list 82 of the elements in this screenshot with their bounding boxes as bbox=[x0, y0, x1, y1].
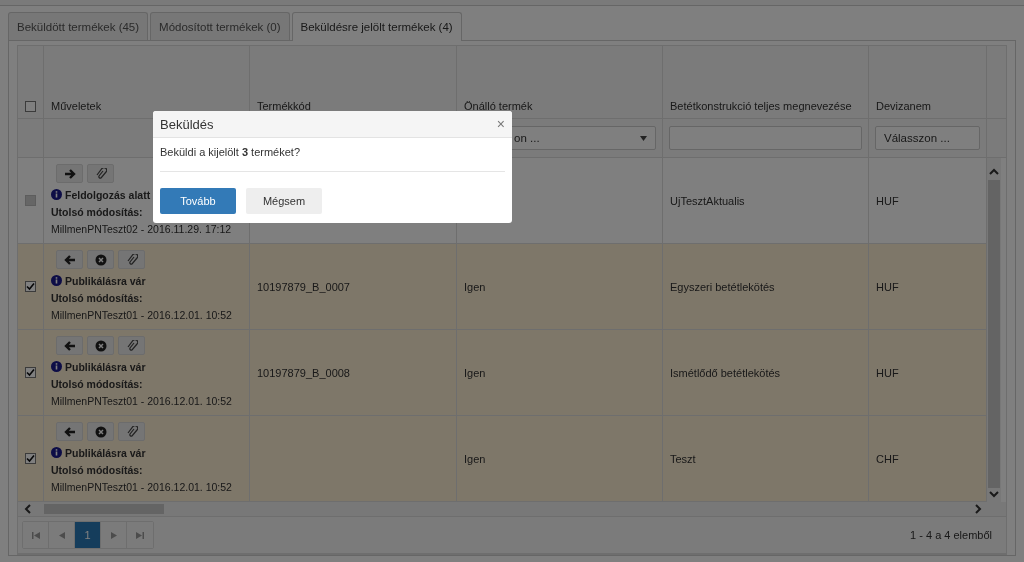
table-cell: Igen bbox=[464, 366, 486, 379]
checkbox[interactable] bbox=[25, 453, 36, 464]
dialog-message: Beküldi a kijelölt 3 terméket? bbox=[160, 146, 302, 158]
arrow-right-icon bbox=[63, 167, 76, 180]
skip-end-icon bbox=[136, 531, 144, 539]
info-icon bbox=[51, 361, 62, 372]
action-button[interactable] bbox=[87, 336, 114, 355]
horizontal-scrollbar[interactable] bbox=[18, 502, 1006, 517]
table-cell: UjTesztAktualis bbox=[670, 194, 745, 207]
action-button[interactable] bbox=[118, 250, 145, 269]
paperclip-icon bbox=[125, 253, 138, 266]
action-button[interactable] bbox=[87, 164, 114, 183]
info-icon bbox=[51, 447, 62, 458]
action-button[interactable] bbox=[87, 250, 114, 269]
info-icon bbox=[51, 275, 62, 286]
table-cell: Igen bbox=[464, 280, 486, 293]
modified-by-text: MillmenPNTeszt01 - 2016.12.01. 10:52 bbox=[51, 307, 232, 323]
checkbox[interactable] bbox=[25, 101, 36, 112]
status-label: Publikálásra vár bbox=[65, 446, 146, 459]
last-modified-label: Utolsó módosítás: bbox=[51, 463, 143, 476]
action-button[interactable] bbox=[118, 422, 145, 441]
action-button[interactable] bbox=[56, 422, 83, 441]
table-cell: Teszt bbox=[670, 452, 696, 465]
modified-by-text: MillmenPNTeszt01 - 2016.12.01. 10:52 bbox=[51, 393, 232, 409]
table-cell: Igen bbox=[464, 452, 486, 465]
table-cell: HUF bbox=[876, 280, 899, 293]
dialog-button[interactable]: Mégsem bbox=[246, 188, 322, 214]
tab[interactable]: Beküldött termékek (45) bbox=[8, 12, 149, 40]
caret-left-icon[interactable] bbox=[24, 504, 32, 514]
x-circle-icon bbox=[94, 425, 107, 438]
column-header: Önálló termék bbox=[464, 100, 533, 112]
column-header: Betétkonstrukció teljes megnevezése bbox=[670, 100, 852, 112]
vertical-scrollbar[interactable] bbox=[987, 158, 1001, 502]
action-button[interactable] bbox=[118, 336, 145, 355]
table-cell: HUF bbox=[876, 194, 899, 207]
filter-input[interactable] bbox=[669, 126, 862, 150]
column-header: Devizanem bbox=[876, 100, 932, 112]
arrow-left-icon bbox=[63, 425, 76, 438]
caret-right-icon[interactable] bbox=[974, 504, 982, 514]
table-cell: 10197879_B_0007 bbox=[257, 280, 350, 293]
modified-by-text: MillmenPNTeszt02 - 2016.11.29. 17:12 bbox=[51, 221, 232, 237]
table-cell: Ismétlődő betétlekötés bbox=[670, 366, 781, 379]
status-label: Feldolgozás alatt bbox=[65, 188, 151, 201]
checkbox[interactable] bbox=[25, 367, 36, 378]
action-button[interactable] bbox=[56, 164, 83, 183]
last-modified-label: Utolsó módosítás: bbox=[51, 291, 143, 304]
column-header: Termékkód bbox=[257, 100, 311, 112]
action-button[interactable] bbox=[56, 336, 83, 355]
tab[interactable]: Beküldésre jelölt termékek (4) bbox=[291, 12, 462, 41]
checkbox[interactable] bbox=[25, 281, 36, 292]
paperclip-icon bbox=[125, 425, 138, 438]
caret-up-icon[interactable] bbox=[989, 168, 999, 176]
triangle-left-icon bbox=[57, 531, 66, 539]
pager-info: 1 - 4 a 4 elemből bbox=[910, 529, 993, 541]
skip-start-icon bbox=[31, 531, 40, 539]
status-label: Publikálásra vár bbox=[65, 274, 146, 287]
filter-dropdown[interactable]: Válasszon ... bbox=[875, 126, 980, 150]
x-circle-icon bbox=[94, 339, 107, 352]
last-modified-label: Utolsó módosítás: bbox=[51, 205, 143, 218]
info-icon bbox=[51, 189, 62, 200]
table-cell: 10197879_B_0008 bbox=[257, 366, 350, 379]
dialog-button[interactable]: Tovább bbox=[160, 188, 236, 214]
dialog-title: Beküldés bbox=[160, 116, 214, 132]
column-header: Műveletek bbox=[51, 100, 102, 112]
modified-by-text: MillmenPNTeszt01 - 2016.12.01. 10:52 bbox=[51, 479, 232, 495]
table-cell: HUF bbox=[876, 366, 899, 379]
paperclip-icon bbox=[94, 167, 107, 180]
caret-down-icon[interactable] bbox=[989, 490, 999, 498]
last-modified-label: Utolsó módosítás: bbox=[51, 377, 143, 390]
caret-down-icon bbox=[640, 135, 647, 141]
triangle-right-icon bbox=[109, 531, 118, 539]
table-cell: Egyszeri betétlekötés bbox=[670, 280, 775, 293]
action-button[interactable] bbox=[87, 422, 114, 441]
action-button[interactable] bbox=[56, 250, 83, 269]
x-circle-icon bbox=[94, 253, 107, 266]
arrow-left-icon bbox=[63, 253, 76, 266]
paperclip-icon bbox=[125, 339, 138, 352]
status-label: Publikálásra vár bbox=[65, 360, 146, 373]
tab[interactable]: Módosított termékek (0) bbox=[150, 12, 290, 40]
table-cell: CHF bbox=[876, 452, 899, 465]
arrow-left-icon bbox=[63, 339, 76, 352]
page-button[interactable]: 1 bbox=[75, 522, 101, 548]
